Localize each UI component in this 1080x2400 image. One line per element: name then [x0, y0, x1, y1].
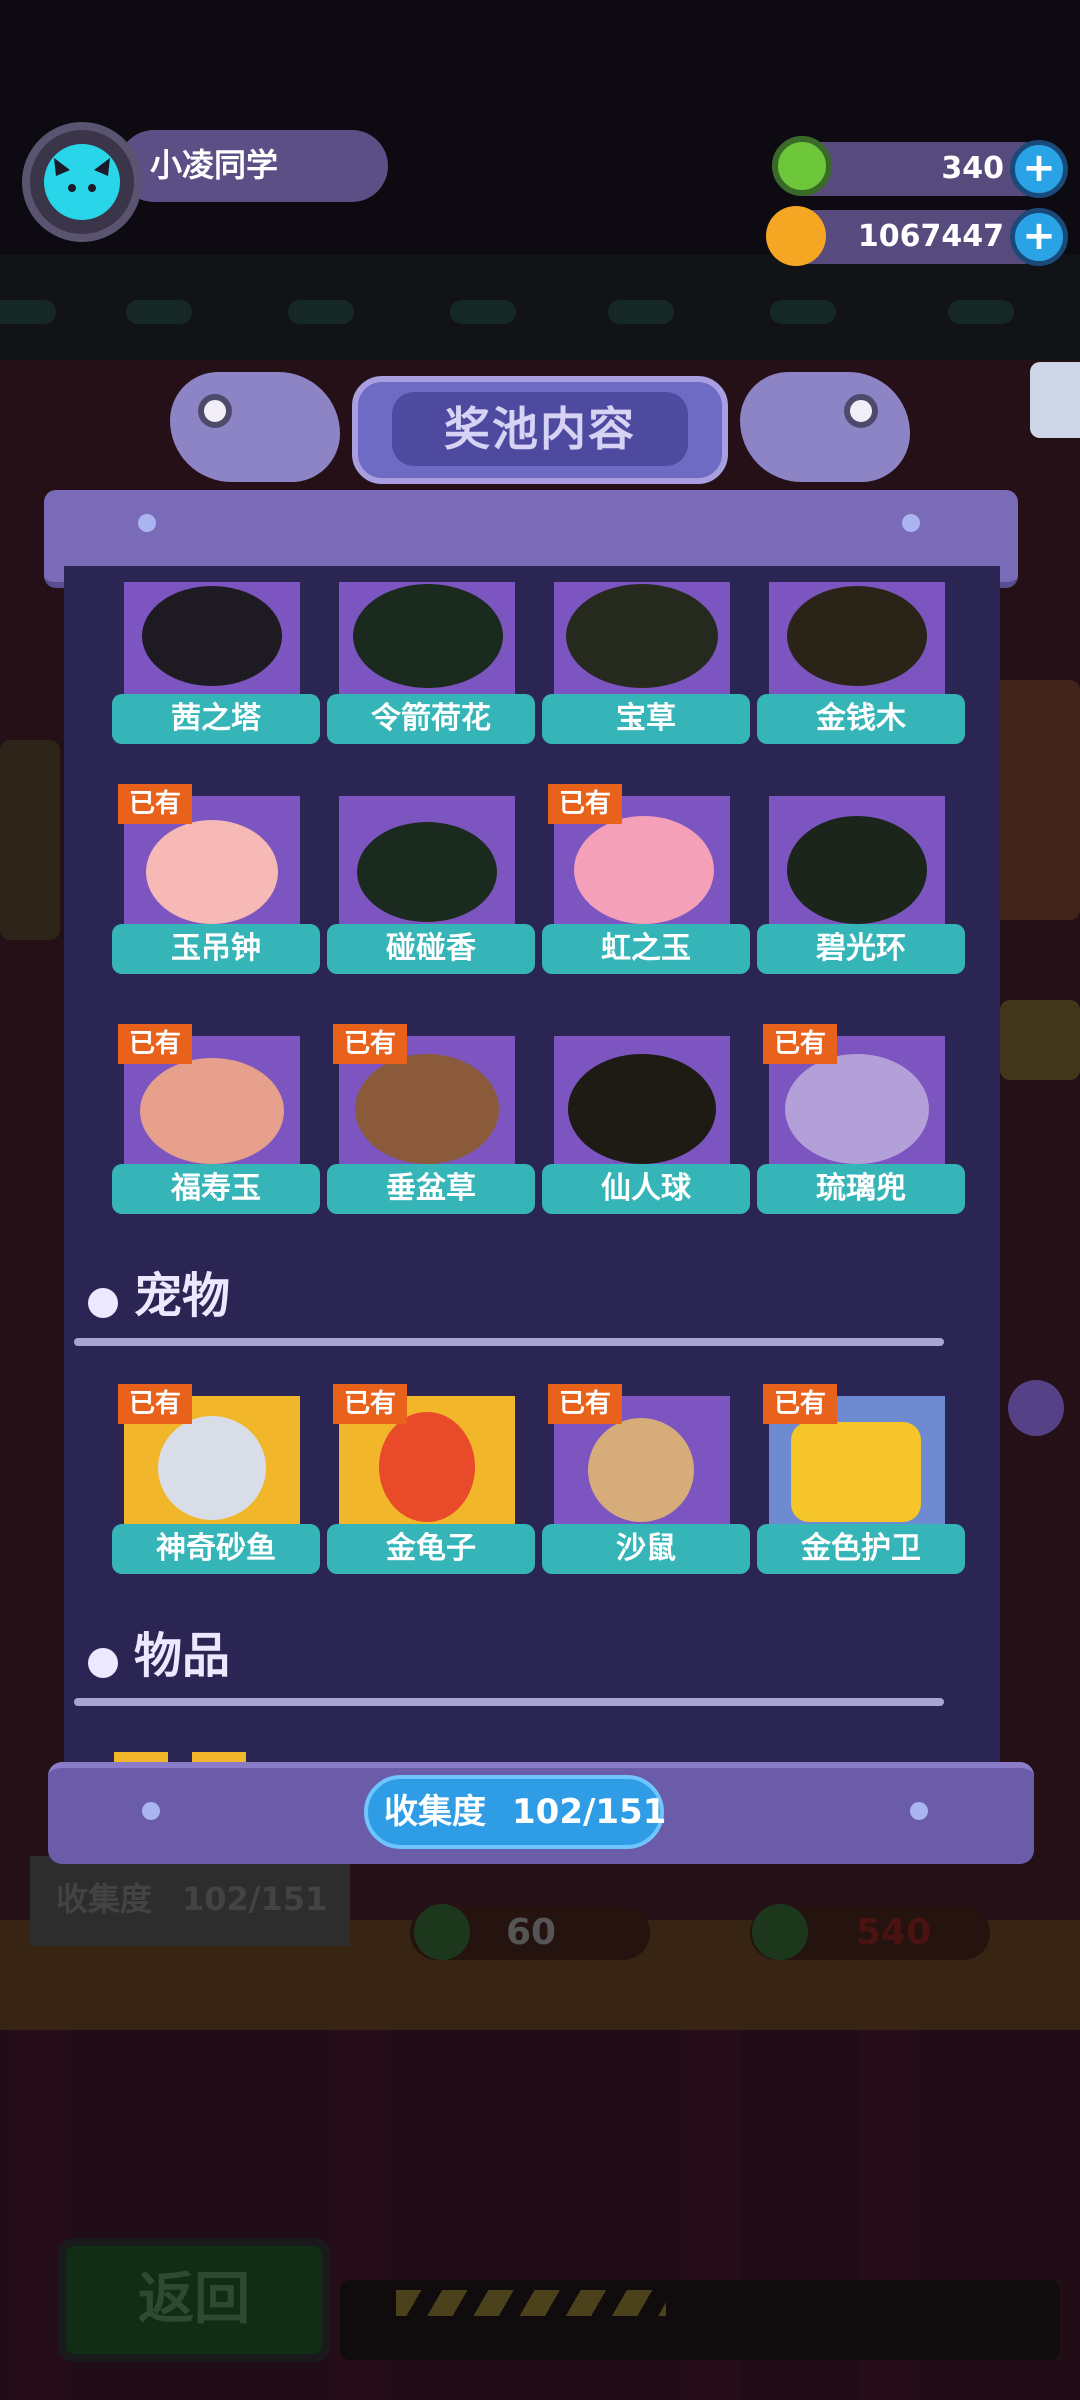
pets-section-title: 宠物 — [134, 1268, 231, 1324]
reward-name: 琉璃兜 — [757, 1164, 965, 1214]
collection-label: 收集度 — [384, 1792, 486, 1832]
reward-name: 令箭荷花 — [327, 694, 535, 744]
close-button[interactable] — [1030, 362, 1080, 438]
plant-art — [124, 582, 300, 694]
reward-name: 虹之玉 — [542, 924, 750, 974]
plant-art — [339, 582, 515, 694]
owned-tag: 已有 — [333, 1384, 407, 1424]
reward-name: 神奇砂鱼 — [112, 1524, 320, 1574]
green-currency-value: 340 — [941, 151, 1004, 186]
panel-title: 奖池内容 — [444, 402, 636, 456]
owned-tag: 已有 — [548, 1384, 622, 1424]
reward-name: 茜之塔 — [112, 694, 320, 744]
reward-name: 金龟子 — [327, 1524, 535, 1574]
right-fish-eye — [844, 394, 878, 428]
planet-coin-icon — [766, 206, 826, 266]
owned-tag: 已有 — [763, 1384, 837, 1424]
pets-section-divider — [74, 1338, 944, 1346]
left-fish-decoration — [170, 372, 340, 482]
items-section-dot — [88, 1648, 118, 1678]
plant-art — [339, 796, 515, 926]
items-section-title: 物品 — [134, 1628, 231, 1684]
reward-name: 碧光环 — [757, 924, 965, 974]
pets-section-dot — [88, 1288, 118, 1318]
reward-name: 玉吊钟 — [112, 924, 320, 974]
player-avatar[interactable] — [22, 122, 142, 242]
owned-tag: 已有 — [763, 1024, 837, 1064]
add-green-currency-button[interactable]: + — [1010, 140, 1068, 198]
reward-name: 碰碰香 — [327, 924, 535, 974]
owned-tag: 已有 — [118, 1384, 192, 1424]
reward-name: 金钱木 — [757, 694, 965, 744]
plant-art — [554, 582, 730, 694]
reward-name: 福寿玉 — [112, 1164, 320, 1214]
reward-name: 垂盆草 — [327, 1164, 535, 1214]
gold-currency-value: 1067447 — [857, 219, 1004, 254]
reward-pool-list[interactable]: 茜之塔 令箭荷花 宝草 金钱木 玉吊钟 已有 碰碰香 虹之玉 已有 碧光环 福寿… — [64, 566, 1000, 1776]
player-name: 小凌同学 — [150, 146, 279, 184]
plant-art — [769, 582, 945, 694]
add-gold-currency-button[interactable]: + — [1010, 208, 1068, 266]
left-fish-eye — [198, 394, 232, 428]
right-fish-decoration — [740, 372, 910, 482]
reward-name: 仙人球 — [542, 1164, 750, 1214]
plant-art — [769, 796, 945, 926]
collection-value: 102/151 — [512, 1792, 667, 1832]
items-section-divider — [74, 1698, 944, 1706]
cat-avatar-icon — [44, 144, 120, 220]
owned-tag: 已有 — [548, 784, 622, 824]
owned-tag: 已有 — [333, 1024, 407, 1064]
reward-name: 沙鼠 — [542, 1524, 750, 1574]
reward-name: 金色护卫 — [757, 1524, 965, 1574]
owned-tag: 已有 — [118, 1024, 192, 1064]
owned-tag: 已有 — [118, 784, 192, 824]
reward-name: 宝草 — [542, 694, 750, 744]
green-coin-icon — [772, 136, 832, 196]
plant-art — [554, 1036, 730, 1166]
